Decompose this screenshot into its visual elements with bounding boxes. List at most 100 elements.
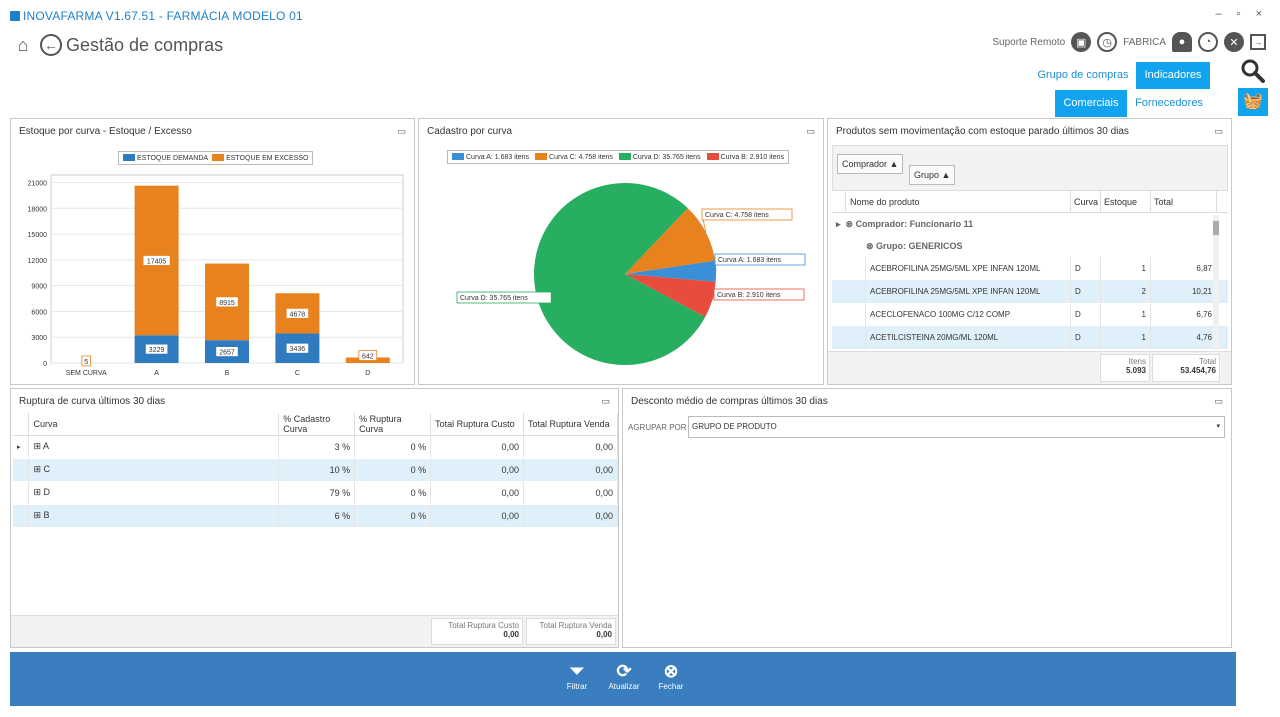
cell-venda: 0,00 bbox=[523, 435, 618, 459]
filter-icon: ⏷ bbox=[569, 661, 585, 681]
cell-curva[interactable]: ⊞ C bbox=[28, 458, 280, 482]
user-icon[interactable]: ● bbox=[1172, 32, 1192, 52]
window-controls[interactable]: – ▫ × bbox=[1215, 8, 1268, 20]
slice-label: Curva A: 1.683 itens bbox=[718, 257, 782, 264]
y-tick-label: 9000 bbox=[31, 284, 47, 291]
cell-curva[interactable]: ⊞ A bbox=[28, 435, 280, 459]
cell-venda: 0,00 bbox=[523, 504, 618, 528]
col-curva[interactable]: Curva bbox=[28, 413, 280, 436]
expand-icon[interactable]: ⊞ bbox=[33, 464, 43, 474]
grid-header: Nome do produto Curva Estoque Total bbox=[832, 191, 1228, 213]
cell-venda: 0,00 bbox=[523, 481, 618, 505]
x-tick-label: C bbox=[295, 370, 300, 377]
tab-grupo-de-compras[interactable]: Grupo de compras bbox=[1036, 62, 1130, 89]
user-label: FABRICA bbox=[1123, 36, 1166, 48]
lock-icon[interactable]: ◔ bbox=[1198, 32, 1218, 52]
minimize-icon[interactable]: ▭ bbox=[1214, 396, 1223, 407]
expand-icon[interactable]: ⊞ bbox=[33, 441, 43, 451]
total-summary: Total 53.454,76 bbox=[1152, 354, 1220, 382]
table-row[interactable]: ⊞ B6 % 0 % 0,00 0,00 bbox=[13, 504, 618, 528]
minimize-icon[interactable]: ▭ bbox=[601, 396, 610, 407]
col-custo[interactable]: Total Ruptura Custo bbox=[430, 413, 525, 436]
y-tick-label: 6000 bbox=[31, 309, 47, 316]
data-label: 17405 bbox=[147, 258, 167, 265]
col-curva[interactable]: Curva bbox=[1071, 191, 1101, 212]
monitor-icon[interactable]: ▣ bbox=[1071, 32, 1092, 52]
tab-comerciais[interactable]: Comerciais bbox=[1055, 90, 1127, 117]
data-label: 8915 bbox=[219, 300, 235, 307]
group-row[interactable]: ▸ ⊗ Comprador: Funcionario 11 bbox=[832, 213, 1228, 235]
cell-curva[interactable]: ⊞ D bbox=[28, 481, 280, 505]
y-tick-label: 12000 bbox=[28, 258, 48, 265]
table-row[interactable]: ACECLOFENACO 100MG C/12 COMP D 1 6,76 bbox=[832, 303, 1228, 326]
group-by-comprador[interactable]: Comprador ▲ bbox=[837, 154, 904, 174]
home-icon[interactable]: ⌂ bbox=[12, 34, 34, 56]
cell-total: 6,87 bbox=[1151, 257, 1217, 280]
table-row[interactable]: ⊞ C 10 % 0 % 0,00 0,00 bbox=[13, 458, 618, 482]
table-row[interactable]: ACEBROFILINA 25MG/5ML XPE INFAN 120ML D 2 1… bbox=[832, 280, 1228, 303]
col-cadastro[interactable]: % Cadastro Curva bbox=[278, 413, 356, 436]
subgroup-row[interactable]: ⊗ Grupo: GENERICOS bbox=[832, 235, 1228, 257]
col-ruptura[interactable]: % Ruptura Curva bbox=[354, 413, 432, 436]
expand-icon[interactable]: ⊞ bbox=[33, 510, 43, 520]
desconto-panel: Desconto médio de compras últimos 30 dia… bbox=[622, 388, 1232, 648]
cell-cadastro: 10 % bbox=[278, 458, 356, 482]
page-title: Gestão de compras bbox=[66, 34, 224, 55]
cadastro-por-curva-panel: Cadastro por curva ▭ Curva A: 1.683 iten… bbox=[418, 118, 824, 385]
data-label: 4678 bbox=[290, 311, 306, 318]
atualizar-button[interactable]: ⟳ Atualizar bbox=[602, 660, 646, 691]
data-label: 642 bbox=[362, 353, 374, 360]
y-tick-label: 0 bbox=[43, 361, 47, 368]
cell-custo: 0,00 bbox=[430, 458, 525, 482]
search-icon[interactable] bbox=[1240, 58, 1266, 84]
y-tick-label: 15000 bbox=[28, 232, 48, 239]
table-row[interactable]: ▸ ⊞ A3 % 0 % 0,00 0,00 bbox=[13, 435, 618, 459]
ruptura-rows: ▸ ⊞ A3 % 0 % 0,00 0,00 ⊞ C 10 % 0 % 0,00 0,00 ⊞ D7… bbox=[13, 435, 618, 528]
app-title: INOVAFARMA V1.67.51 - FARMÁCIA MODELO 01 bbox=[10, 9, 303, 23]
agrupar-select[interactable]: GRUPO DE PRODUTO ▾ bbox=[688, 416, 1225, 438]
cell-total: 6,76 bbox=[1151, 303, 1217, 326]
produtos-parados-panel: Produtos sem movimentação com estoque pa… bbox=[827, 118, 1232, 385]
cell-nome: ACETILCISTEINA 20MG/ML 120ML bbox=[866, 326, 1071, 349]
minimize-icon[interactable]: ▭ bbox=[1214, 126, 1223, 137]
cell-curva[interactable]: ⊞ B bbox=[28, 504, 280, 528]
filtrar-button[interactable]: ⏷ Filtrar bbox=[555, 660, 599, 691]
clock-icon[interactable]: ◷ bbox=[1097, 32, 1118, 52]
col-total[interactable]: Total bbox=[1151, 191, 1217, 212]
cell-total: 10,21 bbox=[1151, 280, 1217, 303]
tab-fornecedores[interactable]: Fornecedores bbox=[1132, 90, 1206, 117]
tab-indicadores[interactable]: Indicadores bbox=[1136, 62, 1210, 89]
stacked-bar-chart: 0 3000 6000 9000 12000 15000 18000 21000 5 SEM CU… bbox=[28, 174, 404, 377]
y-tick-label: 3000 bbox=[31, 335, 47, 342]
ruptura-footer: Total Ruptura Custo 0,00 Total Ruptura Ve… bbox=[11, 615, 618, 647]
back-arrow-icon[interactable]: ← bbox=[40, 34, 62, 56]
group-by-grupo[interactable]: Grupo ▲ bbox=[909, 165, 956, 185]
col-estoque[interactable]: Estoque bbox=[1101, 191, 1151, 212]
slice-label: Curva B: 2.910 itens bbox=[717, 292, 781, 299]
col-nome[interactable]: Nome do produto bbox=[846, 191, 1071, 212]
app-logo-icon bbox=[10, 11, 20, 21]
cell-estoque: 1 bbox=[1101, 303, 1151, 326]
product-rows: ACEBROFILINA 25MG/5ML XPE INFAN 120ML D 1 6… bbox=[832, 257, 1228, 349]
total-venda-summary: Total Ruptura Venda 0,00 bbox=[526, 618, 616, 645]
fechar-button[interactable]: ⊗ Fechar bbox=[649, 660, 693, 691]
cell-estoque: 1 bbox=[1101, 257, 1151, 280]
scrollbar[interactable] bbox=[1213, 215, 1219, 350]
table-row[interactable]: ⊞ D 79 % 0 % 0,00 0,00 bbox=[13, 481, 618, 505]
col-venda[interactable]: Total Ruptura Venda bbox=[523, 413, 618, 436]
data-label: 5 bbox=[84, 359, 88, 366]
close-circle-icon[interactable]: ✕ bbox=[1224, 32, 1244, 52]
cell-custo: 0,00 bbox=[430, 481, 525, 505]
bottom-toolbar: ⏷ Filtrar ⟳ Atualizar ⊗ Fechar bbox=[10, 652, 1236, 706]
expand-icon[interactable]: ⊞ bbox=[33, 487, 43, 497]
x-tick-label: A bbox=[154, 370, 159, 377]
cell-curva: D bbox=[1071, 326, 1101, 349]
cell-ruptura: 0 % bbox=[354, 458, 432, 482]
group-panel: Comprador ▲ Grupo ▲ bbox=[832, 145, 1228, 191]
table-row[interactable]: ACEBROFILINA 25MG/5ML XPE INFAN 120ML D 1 6… bbox=[832, 257, 1228, 280]
grid-footer: Itens 5.093 Total 53.454,76 bbox=[828, 351, 1231, 384]
slice-label: Curva D: 35.765 itens bbox=[460, 295, 528, 302]
table-row[interactable]: ACETILCISTEINA 20MG/ML 120ML D 1 4,76 bbox=[832, 326, 1228, 349]
basket-icon[interactable]: 🧺 bbox=[1238, 88, 1268, 116]
exit-icon[interactable]: → bbox=[1250, 34, 1266, 50]
